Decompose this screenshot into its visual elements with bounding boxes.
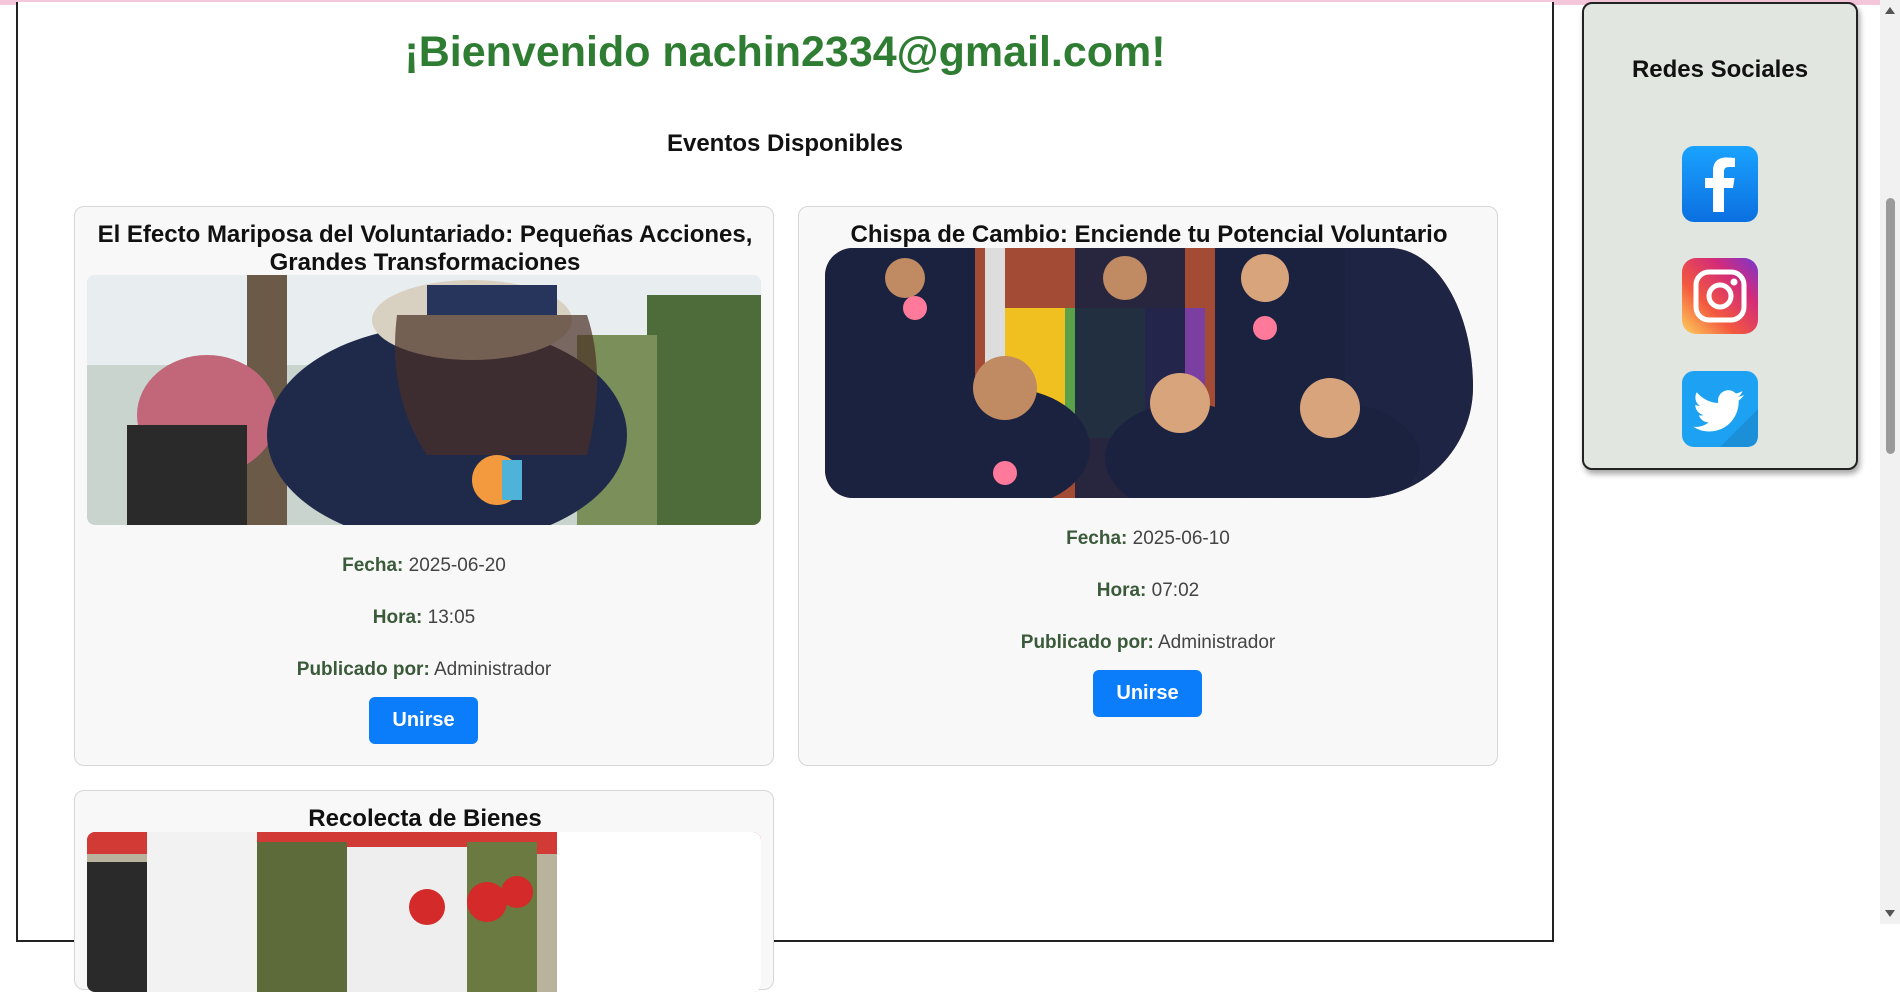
vertical-scrollbar[interactable] (1880, 0, 1900, 924)
event-publisher-value: Administrador (1158, 632, 1276, 653)
event-date-label: Fecha: (342, 555, 404, 576)
event-image (87, 275, 761, 525)
event-image (825, 248, 1473, 498)
instagram-icon[interactable] (1682, 258, 1758, 334)
event-title: Recolecta de Bienes (308, 805, 542, 832)
events-panel: ¡Bienvenido nachin2334@gmail.com! Evento… (16, 2, 1554, 992)
welcome-heading: ¡Bienvenido nachin2334@gmail.com! (404, 28, 1166, 76)
event-publisher-label: Publicado por: (1020, 632, 1154, 653)
event-title: El Efecto Mariposa del Voluntariado: Peq… (97, 221, 753, 276)
scroll-down-arrow-icon[interactable] (1885, 910, 1895, 917)
twitter-icon[interactable] (1682, 371, 1758, 447)
event-date-value: 2025-06-10 (1132, 528, 1230, 549)
event-image-graphic (825, 248, 1473, 498)
join-button[interactable]: Unirse (1093, 670, 1202, 717)
event-publisher: Publicado por: Administrador (75, 659, 773, 681)
event-card: Chispa de Cambio: Enciende tu Potencial … (798, 206, 1498, 766)
scroll-up-arrow-icon[interactable] (1885, 7, 1895, 14)
event-image-graphic (87, 832, 761, 992)
event-card: El Efecto Mariposa del Voluntariado: Peq… (74, 206, 774, 766)
scrollbar-thumb[interactable] (1886, 198, 1895, 454)
event-title: Chispa de Cambio: Enciende tu Potencial … (850, 221, 1448, 248)
event-time: Hora: 07:02 (799, 580, 1497, 602)
event-card: Recolecta de Bienes (74, 790, 774, 992)
event-publisher-value: Administrador (434, 659, 552, 680)
event-date-value: 2025-06-20 (408, 555, 506, 576)
event-publisher: Publicado por: Administrador (799, 632, 1497, 654)
facebook-icon[interactable] (1682, 146, 1758, 222)
event-date-label: Fecha: (1066, 528, 1128, 549)
event-image-graphic (87, 275, 761, 525)
join-button[interactable]: Unirse (369, 697, 478, 744)
event-time-label: Hora: (372, 607, 423, 628)
event-date: Fecha: 2025-06-20 (75, 555, 773, 577)
event-time-label: Hora: (1096, 580, 1147, 601)
social-title: Redes Sociales (1631, 56, 1809, 83)
event-time-value: 07:02 (1151, 580, 1200, 601)
event-publisher-label: Publicado por: (296, 659, 430, 680)
events-section-title: Eventos Disponibles (666, 130, 904, 157)
social-panel: Redes Sociales (1582, 2, 1858, 470)
event-time-value: 13:05 (427, 607, 476, 628)
event-image (87, 832, 761, 992)
event-date: Fecha: 2025-06-10 (799, 528, 1497, 550)
event-time: Hora: 13:05 (75, 607, 773, 629)
